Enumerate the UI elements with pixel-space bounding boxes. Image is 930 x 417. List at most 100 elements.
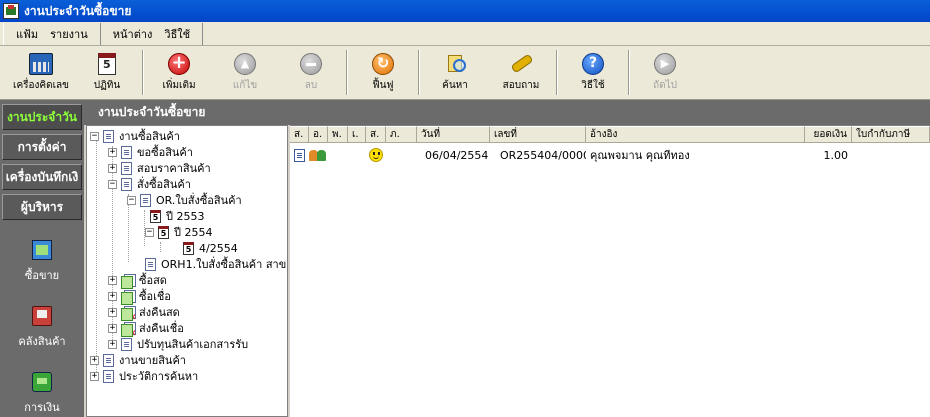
tree-node-sales[interactable]: + งานขายสินค้า [90, 352, 186, 368]
column-header-s[interactable]: ส. [366, 126, 386, 143]
calendar-label: ปฏิทิน [93, 79, 121, 91]
tree-node-or-doc[interactable]: − OR.ใบสั่งซื้อสินค้า [127, 192, 242, 208]
tree-connector [96, 140, 97, 380]
nav-tab-daily-work[interactable]: งานประจำวัน [2, 104, 82, 130]
tree-node-return-credit[interactable]: + ✕ ส่งคืนเชื่อ [108, 320, 184, 339]
phone-icon [509, 53, 533, 75]
nav-module-finance[interactable]: การเงิน [0, 372, 84, 416]
nav-module-label: การเงิน [24, 401, 60, 414]
tree-node-month-4-2554[interactable]: 5 4/2554 [183, 240, 238, 256]
nav-module-trade[interactable]: ซื้อขาย [0, 240, 84, 284]
menu-group-window: หน้าต่าง วิธีใช้ [101, 22, 204, 45]
tree-node-search-history[interactable]: + ประวัติการค้นหา [90, 368, 198, 384]
inquiry-button[interactable]: สอบถาม [488, 46, 554, 99]
column-header-number[interactable]: เลขที่ [490, 126, 586, 143]
tree-node-purchase-order[interactable]: − สั่งซื้อสินค้า [108, 176, 191, 192]
nav-module-label: คลังสินค้า [18, 335, 66, 348]
tree-node-purchasing[interactable]: − งานซื้อสินค้า [90, 128, 180, 144]
row-status-cell [290, 148, 309, 162]
next-icon [654, 52, 676, 75]
calendar-icon: 5 [150, 209, 161, 223]
column-header-ph[interactable]: ภ. [386, 126, 417, 143]
document-icon [121, 337, 132, 351]
nav-module-warehouse[interactable]: คลังสินค้า [0, 306, 84, 350]
calculator-button[interactable]: เครื่องคิดเลข [8, 46, 74, 99]
column-header-e[interactable]: เ. [348, 126, 366, 143]
tree-node-label: 4/2554 [199, 241, 238, 255]
tree-node-cash-purchase[interactable]: + ซื้อสด [108, 272, 167, 289]
document-icon [121, 145, 132, 159]
nav-tab-management[interactable]: ผู้บริหาร [2, 194, 82, 220]
nav-tab-cash-register[interactable]: เครื่องบันทึกเงิ [2, 164, 82, 190]
tree-node-year-2554[interactable]: − 5 ปี 2554 [145, 224, 212, 240]
row-reference: คุณพจมาน คุณทีทอง [590, 149, 690, 162]
smiley-icon [369, 148, 383, 162]
table-row[interactable]: 06/04/2554 OR255404/00001 คุณพจมาน คุณที… [290, 146, 930, 164]
menu-help[interactable]: วิธีใช้ [158, 25, 196, 43]
column-header-tax-invoice[interactable]: ใบกำกับภาษี [852, 126, 930, 143]
toolbar: เครื่องคิดเลข ปฏิทิน เพิ่มเติม แก้ไข ลบ … [0, 46, 930, 100]
collapse-icon[interactable]: − [127, 195, 136, 205]
toolbar-separator [556, 50, 558, 95]
delete-button[interactable]: ลบ [278, 46, 344, 99]
nav-module-label: ซื้อขาย [24, 269, 60, 282]
toolbar-separator [418, 50, 420, 95]
next-button[interactable]: ถัดไป [632, 46, 698, 99]
tree-node-orh1[interactable]: ORH1.ใบสั่งซื้อสินค้า สาขา [145, 256, 287, 272]
tree-node-return-cash[interactable]: + ✕ ส่งคืนสด [108, 304, 180, 323]
documents-icon [121, 289, 136, 305]
document-icon [294, 148, 305, 162]
expand-icon[interactable]: + [90, 355, 99, 365]
help-button[interactable]: วิธีใช้ [560, 46, 626, 99]
edit-label: แก้ไข [232, 79, 258, 91]
refresh-button[interactable]: ฟื้นฟู [350, 46, 416, 99]
documents-icon [121, 273, 136, 289]
edit-button[interactable]: แก้ไข [212, 46, 278, 99]
search-icon [444, 53, 466, 75]
tree-view[interactable]: − งานซื้อสินค้า + ขอซื้อสินค้า + สอบราคา… [86, 125, 288, 417]
calendar-icon [98, 52, 116, 75]
tree-node-credit-purchase[interactable]: + ซื้อเชื่อ [108, 288, 171, 305]
menu-window[interactable]: หน้าต่าง [107, 25, 159, 43]
title-bar: งานประจำวันซื้อขาย [0, 0, 930, 22]
toolbar-separator [628, 50, 630, 95]
column-header-amount[interactable]: ยอดเงิน [805, 126, 852, 143]
column-header-p[interactable]: พ. [328, 126, 348, 143]
tree-node-price-inquiry[interactable]: + สอบราคาสินค้า [108, 160, 211, 176]
expand-icon[interactable]: + [108, 323, 117, 333]
expand-icon[interactable]: + [108, 163, 117, 173]
add-label: เพิ่มเติม [162, 79, 196, 91]
expand-icon[interactable]: + [108, 291, 117, 301]
add-button[interactable]: เพิ่มเติม [146, 46, 212, 99]
collapse-icon[interactable]: − [145, 227, 154, 237]
app-icon [3, 3, 19, 19]
column-header-date[interactable]: วันที่ [417, 126, 490, 143]
window-title: งานประจำวันซื้อขาย [24, 3, 132, 18]
tree-node-year-2553[interactable]: 5 ปี 2553 [150, 208, 204, 224]
tree-node-adjust-cost[interactable]: + ปรับทุนสินค้าเอกสารรับ [108, 336, 248, 352]
column-header-a[interactable]: อ. [309, 126, 328, 143]
tree-node-label: ประวัติการค้นหา [119, 370, 199, 383]
expand-icon[interactable]: + [108, 147, 117, 157]
document-icon [121, 177, 132, 191]
expand-icon[interactable]: + [90, 371, 99, 381]
menu-group-main: แฟ้ม รายงาน [3, 22, 101, 45]
menu-report[interactable]: รายงาน [44, 25, 94, 43]
store-icon [32, 240, 52, 260]
collapse-icon[interactable]: − [108, 179, 117, 189]
left-nav: งานประจำวัน การตั้งค่า เครื่องบันทึกเงิ … [0, 100, 84, 417]
toolbar-separator [142, 50, 144, 95]
expand-icon[interactable]: + [108, 339, 117, 349]
search-button[interactable]: ค้นหา [422, 46, 488, 99]
nav-tab-settings[interactable]: การตั้งค่า [2, 134, 82, 160]
document-icon [103, 129, 114, 143]
tree-node-quote-request[interactable]: + ขอซื้อสินค้า [108, 144, 193, 160]
menu-file[interactable]: แฟ้ม [10, 25, 44, 43]
expand-icon[interactable]: + [108, 275, 117, 285]
column-header-status[interactable]: ส. [290, 126, 309, 143]
collapse-icon[interactable]: − [90, 131, 99, 141]
column-header-reference[interactable]: อ้างอิง [586, 126, 805, 143]
document-grid[interactable]: ส. อ. พ. เ. ส. ภ. วันที่ เลขที่ อ้างอิง … [290, 125, 930, 417]
expand-icon[interactable]: + [108, 307, 117, 317]
calendar-button[interactable]: ปฏิทิน [74, 46, 140, 99]
